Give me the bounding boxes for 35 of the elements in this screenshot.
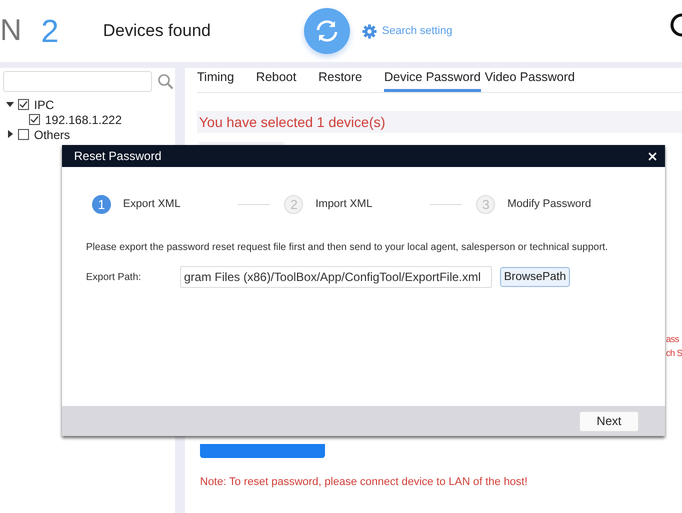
settings-icon <box>362 24 377 38</box>
instruction-text: Please export the password reset request file first and then send to your local agent, salesperson or technical support. <box>86 242 609 253</box>
selection-message: You have selected 1 device(s) <box>197 111 682 133</box>
step-number: 1 <box>92 194 111 214</box>
brand-text: N <box>0 14 23 48</box>
step-label: Export XML <box>123 198 180 210</box>
page-title: Devices found <box>103 21 212 41</box>
warning-text: ass <box>666 334 679 344</box>
step-label: Import XML <box>315 198 372 210</box>
expand-arrow-icon[interactable] <box>6 130 14 138</box>
field-label: Export Path: <box>86 272 142 282</box>
search-icon[interactable] <box>157 73 174 90</box>
search-field[interactable] <box>3 71 152 92</box>
refresh-icon <box>314 18 340 44</box>
next-button[interactable]: Next <box>579 410 639 432</box>
device-count: 2 <box>41 12 60 50</box>
tree-item[interactable]: IPC <box>34 98 54 112</box>
checkbox[interactable] <box>18 99 29 110</box>
collapse-arrow-icon[interactable] <box>6 100 14 108</box>
export-path-field[interactable]: gram Files (x86)/ToolBox/App/ConfigTool/ExportFile.xml <box>180 266 492 288</box>
browse-button[interactable]: BrowsePath <box>500 267 570 287</box>
tab[interactable]: Device Password <box>384 70 481 92</box>
close-icon[interactable] <box>648 152 657 160</box>
checkbox[interactable] <box>18 129 29 140</box>
tab[interactable]: Video Password <box>484 70 575 92</box>
tab[interactable]: Restore <box>318 70 362 92</box>
checkbox[interactable] <box>29 114 40 125</box>
step-label: Modify Password <box>507 198 592 210</box>
note-text: Note: To reset password, please connect device to LAN of the host! <box>200 476 529 488</box>
tab[interactable]: Timing <box>197 70 234 92</box>
tab[interactable]: Reboot <box>256 70 296 92</box>
warning-text: ch S <box>666 348 682 358</box>
dialog-title: Reset Password <box>74 149 162 163</box>
tree-item[interactable]: Others <box>34 128 70 142</box>
tree-item[interactable]: 192.168.1.222 <box>45 112 122 126</box>
